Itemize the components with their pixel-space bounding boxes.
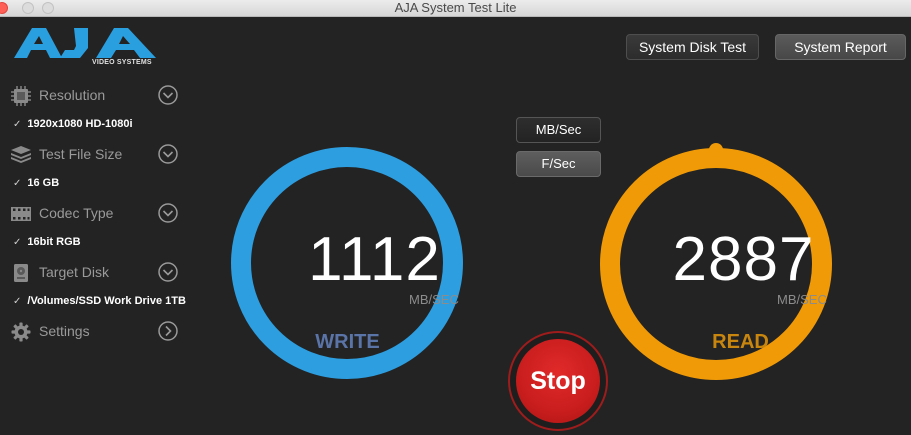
logo-subtitle: VIDEO SYSTEMS bbox=[92, 59, 152, 66]
read-ring-notch bbox=[709, 143, 723, 157]
sidebar-label: Target Disk bbox=[39, 264, 110, 280]
stack-layers-icon bbox=[11, 146, 31, 163]
chevron-down-icon[interactable] bbox=[158, 144, 178, 164]
sidebar-item-test-file-size[interactable]: Test File Size bbox=[10, 143, 182, 167]
resolution-value: ✓ 1920x1080 HD-1080i bbox=[13, 118, 133, 130]
write-label: WRITE bbox=[315, 331, 380, 353]
sidebar-item-resolution[interactable]: Resolution bbox=[10, 84, 182, 108]
check-mark-icon: ✓ bbox=[13, 119, 22, 130]
resolution-chip-icon bbox=[11, 86, 31, 106]
target-disk-value: ✓/Volumes/SSD Work Drive 1TB bbox=[13, 295, 186, 307]
sidebar-label: Resolution bbox=[39, 87, 106, 103]
hard-disk-icon bbox=[14, 264, 28, 282]
sidebar-label: Test File Size bbox=[39, 146, 123, 162]
chevron-right-icon[interactable] bbox=[158, 321, 178, 341]
sidebar-item-target-disk[interactable]: Target Disk bbox=[10, 261, 182, 285]
title-bar: AJA System Test Lite bbox=[0, 0, 911, 17]
system-report-button[interactable]: System Report bbox=[775, 34, 906, 60]
chevron-down-icon[interactable] bbox=[158, 203, 178, 223]
read-speed-value: 2887 bbox=[672, 225, 815, 294]
sidebar-item-codec-type[interactable]: Codec Type bbox=[10, 202, 182, 226]
stop-button-ring: Stop bbox=[508, 331, 608, 431]
chevron-down-icon[interactable] bbox=[158, 262, 178, 282]
check-mark-icon: ✓ bbox=[13, 178, 22, 189]
system-disk-test-button[interactable]: System Disk Test bbox=[626, 34, 759, 60]
sidebar-item-settings[interactable]: Settings bbox=[10, 320, 182, 344]
sidebar-label: Settings bbox=[39, 323, 90, 339]
test-file-size-value: ✓ 16 GB bbox=[13, 177, 60, 189]
read-label: READ bbox=[712, 331, 769, 353]
units-f-sec-button[interactable]: F/Sec bbox=[516, 151, 601, 177]
window-title: AJA System Test Lite bbox=[394, 0, 517, 15]
sidebar-label: Codec Type bbox=[39, 205, 114, 221]
units-mb-sec-button[interactable]: MB/Sec bbox=[516, 117, 601, 143]
check-mark-icon: ✓ bbox=[13, 237, 22, 248]
read-speed-unit: MB/SEC bbox=[777, 292, 827, 307]
gear-icon bbox=[11, 322, 31, 342]
write-speed-unit: MB/SEC bbox=[409, 292, 459, 307]
codec-type-value: ✓ 16bit RGB bbox=[13, 236, 81, 248]
write-speed-value: 1112 bbox=[308, 225, 441, 294]
chevron-down-icon[interactable] bbox=[158, 85, 178, 105]
check-mark-icon: ✓ bbox=[13, 296, 22, 307]
stop-button[interactable]: Stop bbox=[516, 339, 600, 423]
film-strip-icon bbox=[11, 207, 31, 221]
